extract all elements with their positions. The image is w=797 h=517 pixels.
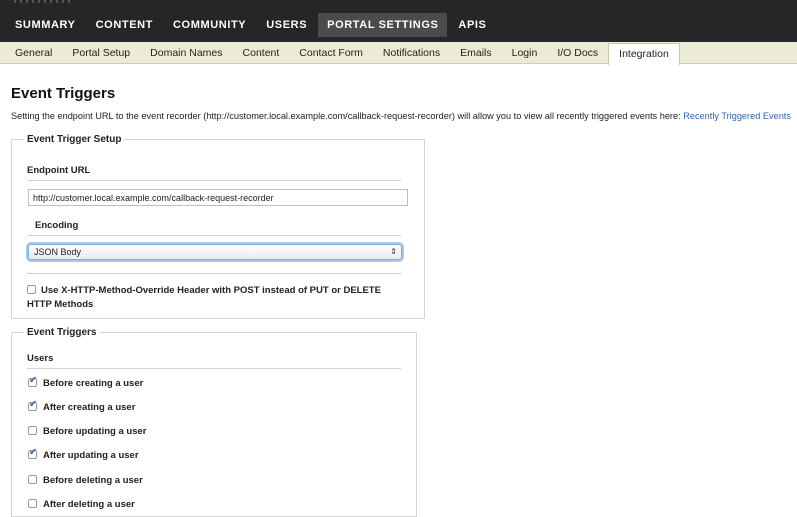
- trigger-checkbox[interactable]: [28, 399, 37, 411]
- trigger-after-creating-user: After creating a user: [28, 399, 136, 413]
- top-nav-content[interactable]: CONTENT: [87, 13, 162, 37]
- divider: [27, 180, 401, 181]
- page-title: Event Triggers: [11, 85, 116, 102]
- sub-nav: General Portal Setup Domain Names Conten…: [0, 42, 797, 65]
- tab-login[interactable]: Login: [502, 42, 548, 64]
- top-nav-apis[interactable]: APIS: [449, 13, 495, 37]
- trigger-label: Before creating a user: [43, 378, 144, 389]
- divider: [27, 235, 401, 236]
- tab-general[interactable]: General: [5, 42, 62, 64]
- event-trigger-setup-legend: Event Trigger Setup: [27, 134, 122, 145]
- endpoint-url-input[interactable]: [28, 189, 408, 206]
- method-override-label: Use X-HTTP-Method-Override Header with P…: [27, 285, 381, 310]
- top-nav-list: SUMMARY CONTENT COMMUNITY USERS PORTAL S…: [6, 13, 497, 37]
- tab-notifications[interactable]: Notifications: [373, 42, 450, 64]
- trigger-checkbox[interactable]: [28, 375, 37, 387]
- tab-contact-form[interactable]: Contact Form: [289, 42, 373, 64]
- trigger-label: After deleting a user: [43, 499, 135, 510]
- tab-domain-names[interactable]: Domain Names: [140, 42, 232, 64]
- recently-triggered-events-link[interactable]: Recently Triggered Events: [683, 111, 791, 121]
- top-nav-portal-settings[interactable]: PORTAL SETTINGS: [318, 13, 448, 37]
- trigger-after-updating-user: After updating a user: [28, 447, 139, 461]
- event-triggers-fieldset: Event Triggers Users Before creating a u…: [11, 327, 417, 517]
- top-nav: SUMMARY CONTENT COMMUNITY USERS PORTAL S…: [0, 0, 797, 42]
- event-trigger-setup-fieldset: Event Trigger Setup Endpoint URL Encodin…: [11, 134, 425, 319]
- tab-portal-setup[interactable]: Portal Setup: [62, 42, 140, 64]
- intro-text-body: Setting the endpoint URL to the event re…: [11, 111, 684, 121]
- trigger-label: Before deleting a user: [43, 475, 143, 486]
- divider: [27, 368, 401, 369]
- top-nav-summary[interactable]: SUMMARY: [6, 13, 85, 37]
- trigger-after-deleting-user: After deleting a user: [28, 498, 135, 510]
- trigger-before-creating-user: Before creating a user: [28, 375, 144, 389]
- trigger-before-deleting-user: Before deleting a user: [28, 474, 143, 486]
- endpoint-url-label: Endpoint URL: [27, 165, 91, 176]
- trigger-checkbox[interactable]: [28, 498, 37, 508]
- event-triggers-legend: Event Triggers: [27, 327, 97, 338]
- trigger-label: After updating a user: [43, 450, 139, 461]
- method-override-checkbox[interactable]: [27, 284, 36, 294]
- encoding-selected-value: JSON Body: [34, 247, 82, 257]
- trigger-checkbox[interactable]: [28, 425, 37, 435]
- trigger-checkbox[interactable]: [28, 474, 37, 484]
- tab-content[interactable]: Content: [233, 42, 290, 64]
- encoding-select[interactable]: JSON Body ⇕: [28, 244, 402, 260]
- tab-emails[interactable]: Emails: [450, 42, 502, 64]
- logo-fragment: [14, 0, 74, 3]
- trigger-label: After creating a user: [43, 402, 136, 413]
- encoding-label: Encoding: [35, 220, 79, 231]
- intro-text: Setting the endpoint URL to the event re…: [11, 111, 791, 121]
- top-nav-community[interactable]: COMMUNITY: [164, 13, 255, 37]
- trigger-label: Before updating a user: [43, 426, 147, 437]
- divider: [27, 273, 401, 274]
- select-arrows-icon: ⇕: [390, 247, 397, 256]
- method-override-option: Use X-HTTP-Method-Override Header with P…: [27, 284, 407, 312]
- trigger-before-updating-user: Before updating a user: [28, 425, 147, 437]
- users-group-label: Users: [27, 353, 54, 364]
- trigger-checkbox[interactable]: [28, 447, 37, 459]
- sub-nav-list: General Portal Setup Domain Names Conten…: [5, 42, 680, 65]
- tab-io-docs[interactable]: I/O Docs: [547, 42, 608, 64]
- top-nav-users[interactable]: USERS: [257, 13, 316, 37]
- tab-integration[interactable]: Integration: [608, 43, 680, 65]
